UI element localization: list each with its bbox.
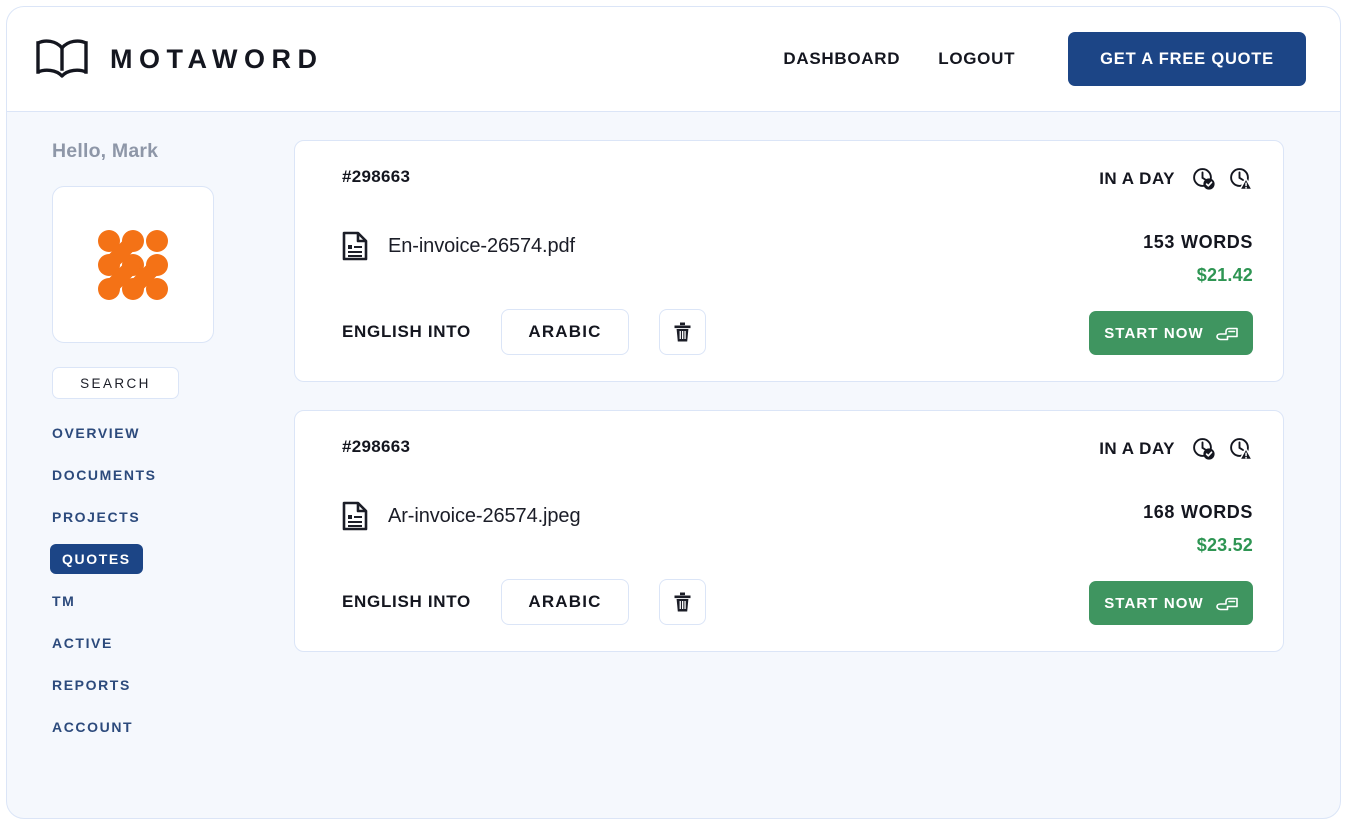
- app-frame: MOTAWORD DASHBOARD LOGOUT GET A FREE QUO…: [6, 6, 1341, 819]
- sidebar-item-tm[interactable]: TM: [52, 586, 75, 616]
- sidebar-item-overview[interactable]: OVERVIEW: [52, 418, 140, 448]
- file-name[interactable]: Ar-invoice-26574.jpeg: [388, 505, 581, 528]
- trash-icon: [674, 592, 691, 612]
- orange-dot-grid-avatar-icon: [96, 228, 170, 302]
- quote-price: $21.42: [1196, 265, 1253, 285]
- document-icon: [342, 501, 368, 531]
- delivery-row: IN A DAY: [1099, 167, 1253, 191]
- delete-quote-button[interactable]: [659, 579, 706, 625]
- sidebar-item-quotes[interactable]: QUOTES: [50, 544, 143, 574]
- nav-link-dashboard[interactable]: DASHBOARD: [783, 49, 900, 69]
- open-book-icon: [36, 39, 88, 79]
- word-count: 168: [1143, 502, 1175, 522]
- source-language-label: ENGLISH INTO: [342, 322, 471, 341]
- quote-id: #298663: [342, 167, 411, 186]
- quote-card: #298663 En-invoice-26574.pdf ENGLISH INT…: [294, 140, 1284, 382]
- sidebar-item-documents[interactable]: DOCUMENTS: [52, 460, 157, 490]
- target-language-chip[interactable]: ARABIC: [501, 579, 629, 625]
- greeting-text: Hello, Mark: [52, 140, 159, 162]
- trash-icon: [674, 322, 691, 342]
- language-row: ENGLISH INTO ARABIC: [342, 309, 706, 355]
- words-label: WORDS: [1181, 502, 1253, 522]
- hand-pointer-icon: [1215, 595, 1238, 612]
- word-count-row: 153 WORDS: [1143, 232, 1253, 253]
- clock-warning-icon[interactable]: [1229, 437, 1253, 461]
- file-name[interactable]: En-invoice-26574.pdf: [388, 235, 575, 258]
- quote-card: #298663 Ar-invoice-26574.jpeg ENGLISH IN…: [294, 410, 1284, 652]
- get-a-free-quote-button[interactable]: GET A FREE QUOTE: [1068, 32, 1306, 86]
- sidebar-item-account[interactable]: ACCOUNT: [52, 712, 133, 742]
- delivery-time-label: IN A DAY: [1099, 169, 1175, 188]
- clock-check-icon[interactable]: [1192, 437, 1216, 461]
- quotes-list: #298663 En-invoice-26574.pdf ENGLISH INT…: [255, 140, 1340, 748]
- quote-card-right: IN A DAY: [1089, 437, 1253, 625]
- site-header: MOTAWORD DASHBOARD LOGOUT GET A FREE QUO…: [7, 7, 1340, 112]
- start-now-label: START NOW: [1104, 594, 1204, 612]
- delete-quote-button[interactable]: [659, 309, 706, 355]
- sidebar: Hello, Mark SEARCH OVERVIEW DOCUMENTS PR…: [7, 140, 255, 748]
- sidebar-item-projects[interactable]: PROJECTS: [52, 502, 140, 532]
- quote-card-right: IN A DAY: [1089, 167, 1253, 355]
- target-language-chip[interactable]: ARABIC: [501, 309, 629, 355]
- hand-pointer-icon: [1215, 325, 1238, 342]
- brand-logo[interactable]: MOTAWORD: [36, 39, 323, 79]
- words-label: WORDS: [1181, 232, 1253, 252]
- brand-name: MOTAWORD: [110, 43, 324, 74]
- quote-card-left: #298663 Ar-invoice-26574.jpeg ENGLISH IN…: [342, 437, 706, 625]
- delivery-row: IN A DAY: [1099, 437, 1253, 461]
- quote-price: $23.52: [1196, 535, 1253, 555]
- sidebar-item-active[interactable]: ACTIVE: [52, 628, 113, 658]
- word-count-row: 168 WORDS: [1143, 502, 1253, 523]
- nav-link-logout[interactable]: LOGOUT: [938, 49, 1015, 69]
- clock-check-icon[interactable]: [1192, 167, 1216, 191]
- avatar: [52, 186, 214, 343]
- sidebar-item-reports[interactable]: REPORTS: [52, 670, 131, 700]
- start-now-button[interactable]: START NOW: [1089, 311, 1253, 355]
- delivery-time-label: IN A DAY: [1099, 439, 1175, 458]
- file-row: Ar-invoice-26574.jpeg: [342, 501, 706, 531]
- sidebar-nav: OVERVIEW DOCUMENTS PROJECTS QUOTES TM AC…: [50, 412, 255, 748]
- start-now-label: START NOW: [1104, 324, 1204, 342]
- document-icon: [342, 231, 368, 261]
- quote-card-left: #298663 En-invoice-26574.pdf ENGLISH INT…: [342, 167, 706, 355]
- file-row: En-invoice-26574.pdf: [342, 231, 706, 261]
- word-count: 153: [1143, 232, 1175, 252]
- search-button[interactable]: SEARCH: [52, 367, 179, 399]
- clock-warning-icon[interactable]: [1229, 167, 1253, 191]
- body-area: Hello, Mark SEARCH OVERVIEW DOCUMENTS PR…: [7, 112, 1340, 748]
- header-nav: DASHBOARD LOGOUT: [783, 49, 1015, 69]
- source-language-label: ENGLISH INTO: [342, 592, 471, 611]
- language-row: ENGLISH INTO ARABIC: [342, 579, 706, 625]
- quote-id: #298663: [342, 437, 411, 456]
- start-now-button[interactable]: START NOW: [1089, 581, 1253, 625]
